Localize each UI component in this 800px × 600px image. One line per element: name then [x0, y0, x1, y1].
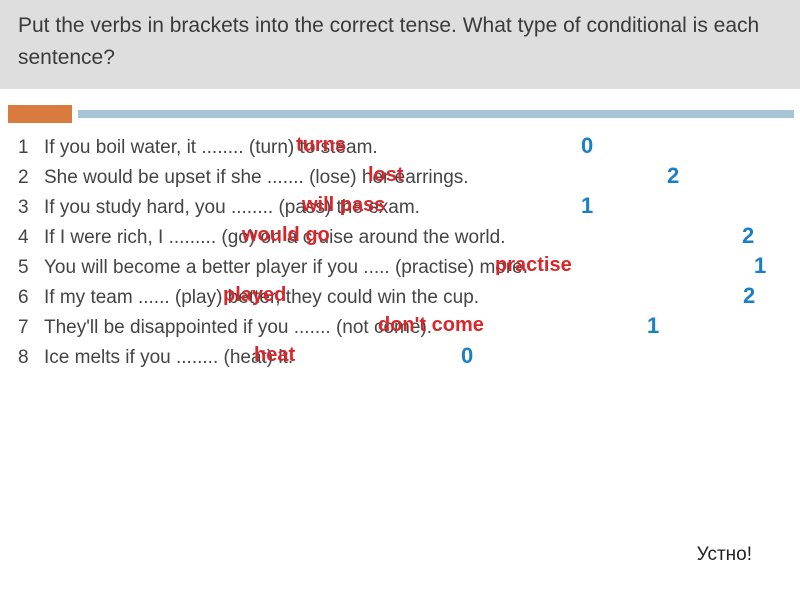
item-number: 1: [18, 137, 44, 159]
conditional-type: 0: [581, 133, 593, 159]
list-item: 8 Ice melts if you ........ (heat) it. h…: [18, 343, 800, 373]
list-item: 2 She would be upset if she ....... (los…: [18, 163, 800, 193]
sentence-text: You will become a better player if you .…: [44, 257, 528, 279]
list-item: 7 They'll be disappointed if you .......…: [18, 313, 800, 343]
conditional-type: 2: [667, 163, 679, 189]
sentence-text: They'll be disappointed if you ....... (…: [44, 317, 432, 339]
sentence-text: She would be upset if she ....... (lose)…: [44, 167, 469, 189]
answer-overlay: heat: [254, 344, 295, 367]
item-number: 5: [18, 257, 44, 279]
conditional-type: 2: [742, 223, 754, 249]
list-item: 1 If you boil water, it ........ (turn) …: [18, 133, 800, 163]
item-number: 8: [18, 347, 44, 369]
instruction-text: Put the verbs in brackets into the corre…: [18, 14, 759, 69]
answer-overlay: will pass: [302, 194, 385, 217]
item-number: 2: [18, 167, 44, 189]
conditional-type: 0: [461, 343, 473, 369]
conditional-type: 2: [743, 283, 755, 309]
answer-overlay: don't come: [378, 314, 484, 337]
item-number: 7: [18, 317, 44, 339]
conditional-type: 1: [581, 193, 593, 219]
answer-overlay: lost: [368, 164, 404, 187]
instruction-box: Put the verbs in brackets into the corre…: [0, 0, 800, 89]
answer-overlay: played: [223, 284, 286, 307]
orange-accent-block: [8, 105, 72, 123]
footer-note: Устно!: [697, 544, 752, 566]
answer-overlay: practise: [495, 254, 572, 277]
item-number: 3: [18, 197, 44, 219]
divider-row: [0, 105, 800, 123]
exercise-list: 1 If you boil water, it ........ (turn) …: [0, 133, 800, 373]
item-number: 4: [18, 227, 44, 249]
item-number: 6: [18, 287, 44, 309]
list-item: 3 If you study hard, you ........ (pass)…: [18, 193, 800, 223]
answer-overlay: would go: [242, 224, 330, 247]
list-item: 5 You will become a better player if you…: [18, 253, 800, 283]
conditional-type: 1: [647, 313, 659, 339]
list-item: 6 If my team ...... (play) better, they …: [18, 283, 800, 313]
answer-overlay: turns: [296, 134, 346, 157]
conditional-type: 1: [754, 253, 766, 279]
blue-divider-bar: [78, 110, 794, 118]
list-item: 4 If I were rich, I ......... (go) on a …: [18, 223, 800, 253]
